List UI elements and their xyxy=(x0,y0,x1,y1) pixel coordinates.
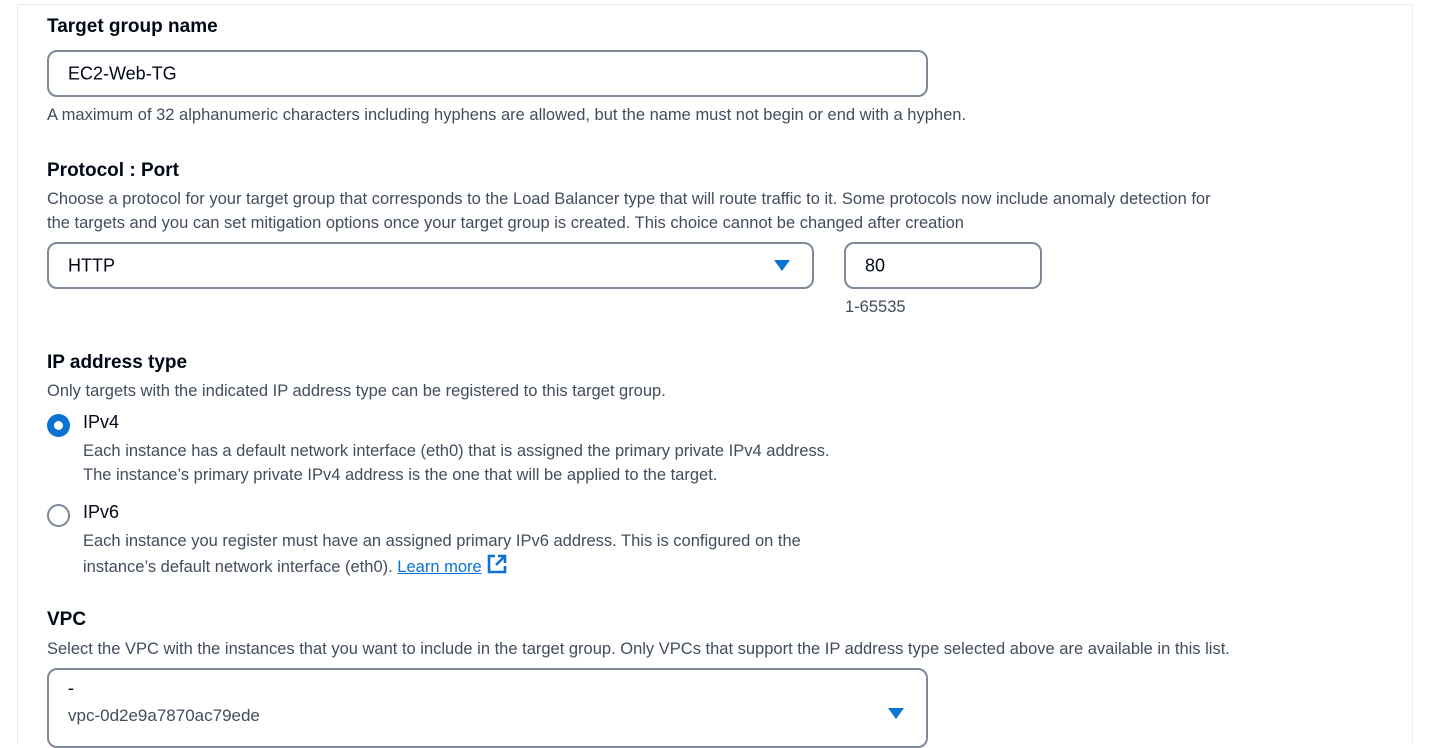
vpc-select[interactable]: - vpc-0d2e9a7870ac79ede xyxy=(47,668,928,748)
vpc-selected-name: - xyxy=(68,678,74,698)
caret-down-icon xyxy=(888,708,904,719)
external-link-icon[interactable] xyxy=(486,553,508,582)
port-input-value: 80 xyxy=(865,255,886,275)
ip-address-type-label: IP address type xyxy=(47,352,188,373)
radio-selected-icon[interactable] xyxy=(47,414,70,437)
vpc-selected-id: vpc-0d2e9a7870ac79ede xyxy=(68,706,260,725)
ipv4-description-line2: The instance’s primary private IPv4 addr… xyxy=(83,466,718,484)
vpc-label: VPC xyxy=(47,609,87,630)
ipv6-description-line2-wrap: instance’s default network interface (et… xyxy=(83,553,508,582)
ipv6-description-line2: instance’s default network interface (et… xyxy=(83,558,393,576)
protocol-select[interactable]: HTTP xyxy=(47,242,814,289)
radio-option-ipv4[interactable]: IPv4 Each instance has a default network… xyxy=(47,412,947,488)
radio-label-ipv6: IPv6 xyxy=(83,502,120,522)
port-hint: 1-65535 xyxy=(845,298,906,316)
radio-option-ipv6[interactable]: IPv6 Each instance you register must hav… xyxy=(47,502,947,582)
target-group-name-hint: A maximum of 32 alphanumeric characters … xyxy=(47,106,967,124)
vpc-description: Select the VPC with the instances that y… xyxy=(47,640,1230,658)
protocol-port-description-line2: the targets and you can set mitigation o… xyxy=(47,214,964,232)
ip-address-type-description: Only targets with the indicated IP addre… xyxy=(47,382,666,400)
radio-label-ipv4: IPv4 xyxy=(83,412,120,432)
target-group-name-label: Target group name xyxy=(47,16,218,37)
protocol-port-label: Protocol : Port xyxy=(47,160,179,181)
port-input[interactable]: 80 xyxy=(844,242,1042,289)
learn-more-link[interactable]: Learn more xyxy=(397,558,481,576)
caret-down-icon xyxy=(774,260,790,271)
ipv4-description-line1: Each instance has a default network inte… xyxy=(83,442,830,460)
radio-unselected-icon[interactable] xyxy=(47,504,70,527)
protocol-port-description-line1: Choose a protocol for your target group … xyxy=(47,190,1211,208)
target-group-name-value: EC2-Web-TG xyxy=(68,63,177,83)
protocol-select-value: HTTP xyxy=(68,255,115,275)
ipv6-description-line1: Each instance you register must have an … xyxy=(83,532,801,550)
target-group-name-input[interactable]: EC2-Web-TG xyxy=(47,50,928,97)
